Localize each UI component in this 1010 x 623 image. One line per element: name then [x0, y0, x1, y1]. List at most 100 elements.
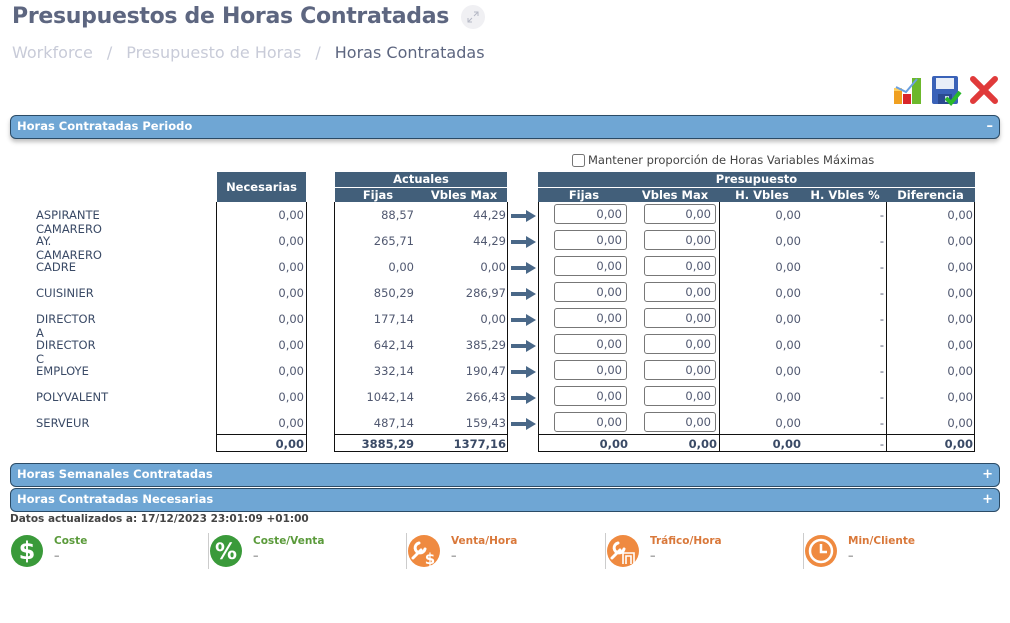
necesarias-value: 0,00 — [278, 338, 304, 352]
arrow-right-icon — [511, 236, 536, 248]
svg-text:$: $ — [425, 550, 435, 568]
toolbar — [892, 74, 1000, 106]
pres-fijas-input[interactable] — [554, 360, 627, 380]
pres-fijas-input[interactable] — [554, 334, 627, 354]
h-vbles-pct-value: - — [879, 312, 884, 326]
header-actuales-fijas: Fijas — [335, 188, 421, 202]
kpi-bar: $ Coste – % Coste/Venta – $ Venta/Hora –… — [10, 533, 1010, 573]
actuales-vbles-value: 286,97 — [465, 286, 506, 300]
pres-fijas-input[interactable] — [554, 412, 627, 432]
keep-ratio-checkbox[interactable] — [572, 153, 585, 167]
diferencia-value: 0,00 — [947, 286, 973, 300]
necesarias-value: 0,00 — [278, 208, 304, 222]
breadcrumb-presupuesto[interactable]: Presupuesto de Horas — [126, 43, 301, 62]
necesarias-value: 0,00 — [278, 286, 304, 300]
keep-ratio-option[interactable]: Mantener proporción de Horas Variables M… — [572, 153, 874, 167]
pres-vbles-input[interactable] — [644, 256, 716, 276]
breadcrumb-separator: / — [106, 43, 113, 62]
red-x-icon — [970, 76, 998, 104]
diferencia-value: 0,00 — [947, 390, 973, 404]
copy-arrow-button[interactable] — [511, 418, 537, 430]
kpi-label: Tráfico/Hora — [650, 535, 722, 547]
copy-arrow-button[interactable] — [511, 288, 537, 300]
pres-fijas-input[interactable] — [554, 204, 627, 224]
pres-vbles-input[interactable] — [644, 412, 716, 432]
header-pres-vbles: Vbles Max — [630, 188, 720, 202]
breadcrumb-workforce[interactable]: Workforce — [12, 43, 93, 62]
diferencia-value: 0,00 — [947, 364, 973, 378]
actuales-vbles-value: 385,29 — [465, 338, 506, 352]
role-name: ASPIRANTE CAMARERO — [36, 208, 102, 236]
total-pres-vbles: 0,00 — [688, 437, 717, 451]
copy-arrow-button[interactable] — [511, 392, 537, 404]
diferencia-value: 0,00 — [947, 416, 973, 430]
actuales-vbles-value: 159,43 — [465, 416, 506, 430]
total-pres-fijas: 0,00 — [599, 437, 628, 451]
pres-vbles-input[interactable] — [644, 360, 716, 380]
h-vbles-value: 0,00 — [775, 416, 801, 430]
expand-toggle[interactable]: + — [982, 464, 993, 485]
pres-fijas-input[interactable] — [554, 386, 627, 406]
column-divider — [886, 202, 887, 452]
pres-fijas-input[interactable] — [554, 308, 627, 328]
expand-button[interactable] — [461, 4, 486, 29]
copy-arrow-button[interactable] — [511, 210, 537, 222]
panel-header-periodo[interactable]: Horas Contratadas Periodo – — [10, 115, 1000, 139]
role-name: CUISINIER — [36, 286, 94, 300]
copy-arrow-button[interactable] — [511, 366, 537, 378]
h-vbles-value: 0,00 — [775, 234, 801, 248]
percent-icon: % — [210, 535, 242, 567]
close-button[interactable] — [968, 74, 1000, 106]
actuales-fijas-value: 487,14 — [373, 416, 414, 430]
diferencia-value: 0,00 — [947, 312, 973, 326]
kpi-value: – — [253, 549, 259, 562]
pres-vbles-input[interactable] — [644, 308, 716, 328]
actuales-vbles-value: 0,00 — [480, 260, 506, 274]
diferencia-value: 0,00 — [947, 208, 973, 222]
chart-button[interactable] — [892, 74, 924, 106]
h-vbles-value: 0,00 — [775, 364, 801, 378]
kpi-value: – — [848, 549, 854, 562]
total-divider — [538, 434, 975, 435]
necesarias-value: 0,00 — [278, 234, 304, 248]
save-button[interactable] — [930, 74, 962, 106]
h-vbles-pct-value: - — [879, 286, 884, 300]
pres-vbles-input[interactable] — [644, 282, 716, 302]
actuales-vbles-value: 266,43 — [465, 390, 506, 404]
actuales-fijas-value: 0,00 — [388, 260, 414, 274]
role-name: AY. CAMARERO — [36, 234, 102, 262]
total-h-vbles-pct: - — [879, 437, 884, 451]
total-divider — [216, 434, 307, 435]
pres-vbles-input[interactable] — [644, 386, 716, 406]
necesarias-value: 0,00 — [278, 312, 304, 326]
copy-arrow-button[interactable] — [511, 340, 537, 352]
expand-toggle[interactable]: + — [982, 489, 993, 510]
arrow-right-icon — [511, 418, 536, 430]
arrow-right-icon — [511, 314, 536, 326]
pres-vbles-input[interactable] — [644, 230, 716, 250]
pres-vbles-input[interactable] — [644, 204, 716, 224]
copy-arrow-button[interactable] — [511, 262, 537, 274]
actuales-fijas-value: 1042,14 — [366, 390, 414, 404]
copy-arrow-button[interactable] — [511, 236, 537, 248]
total-actuales-fijas: 3885,29 — [361, 437, 414, 451]
pres-fijas-input[interactable] — [554, 282, 627, 302]
h-vbles-pct-value: - — [879, 234, 884, 248]
h-vbles-pct-value: - — [879, 208, 884, 222]
panel-header-semanales[interactable]: Horas Semanales Contratadas + — [10, 463, 1000, 487]
pres-vbles-input[interactable] — [644, 334, 716, 354]
role-name: EMPLOYE — [36, 364, 89, 378]
actuales-vbles-value: 44,29 — [473, 208, 506, 222]
header-actuales: Actuales — [335, 172, 507, 187]
collapse-toggle[interactable]: – — [987, 116, 994, 137]
arrow-right-icon — [511, 392, 536, 404]
necesarias-value: 0,00 — [278, 390, 304, 404]
actuales-fijas-value: 265,71 — [373, 234, 414, 248]
pres-fijas-input[interactable] — [554, 256, 627, 276]
copy-arrow-button[interactable] — [511, 314, 537, 326]
wrench-dollar-icon: $ — [408, 535, 440, 568]
h-vbles-pct-value: - — [879, 416, 884, 430]
pres-fijas-input[interactable] — [554, 230, 627, 250]
panel-header-necesarias[interactable]: Horas Contratadas Necesarias + — [10, 488, 1000, 512]
necesarias-value: 0,00 — [278, 260, 304, 274]
